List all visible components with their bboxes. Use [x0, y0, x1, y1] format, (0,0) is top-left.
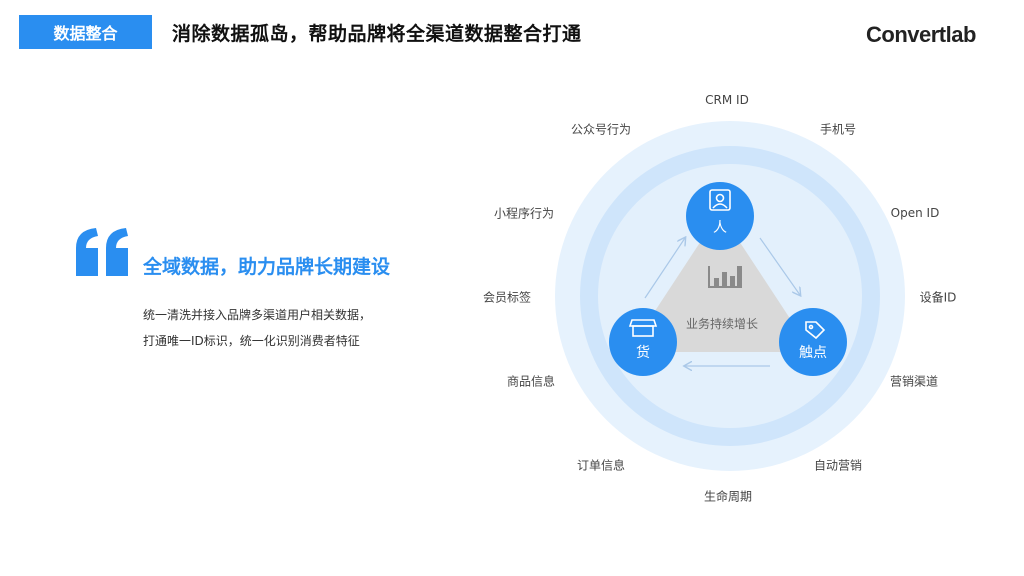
outer-label-marketing-channel: 营销渠道 — [889, 374, 939, 389]
outer-label-auto-marketing: 自动营销 — [813, 458, 863, 473]
outer-label-member-tags: 会员标签 — [482, 290, 532, 305]
outer-label-phone: 手机号 — [819, 122, 857, 137]
node-touch-label: 触点 — [799, 345, 827, 361]
node-goods-label: 货 — [636, 344, 650, 361]
outer-label-miniprogram: 小程序行为 — [493, 206, 555, 221]
node-person-label: 人 — [713, 220, 727, 236]
outer-label-device-id: 设备ID — [919, 290, 957, 305]
outer-label-product-info: 商品信息 — [506, 374, 556, 389]
outer-label-crm-id: CRM ID — [705, 93, 749, 107]
node-person: 人 — [686, 182, 754, 250]
outer-label-open-id: Open ID — [890, 206, 940, 220]
center-label: 业务持续增长 — [686, 316, 758, 331]
outer-label-order-info: 订单信息 — [576, 458, 626, 473]
node-goods: 货 — [609, 308, 677, 376]
outer-label-official-account: 公众号行为 — [570, 122, 632, 137]
node-touch: 触点 — [779, 308, 847, 376]
outer-label-lifecycle: 生命周期 — [703, 489, 753, 504]
